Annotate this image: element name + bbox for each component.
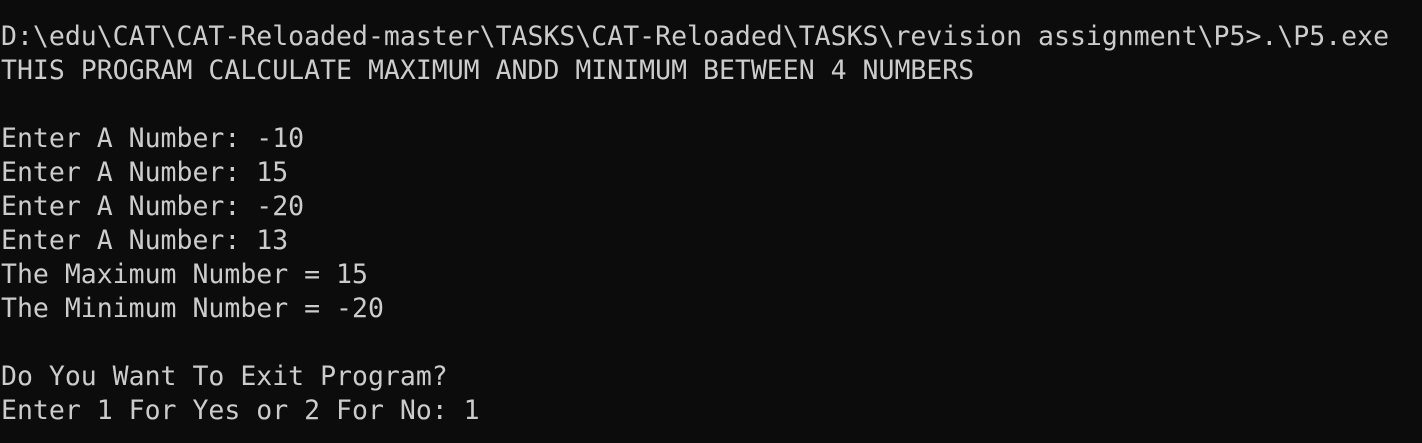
- exit-input-line[interactable]: Enter 1 For Yes or 2 For No: 1: [1, 394, 1422, 428]
- minimum-result-line: The Minimum Number = -20: [1, 293, 384, 324]
- input-line-1: Enter A Number: -10: [1, 123, 305, 154]
- command-prompt-line: D:\edu\CAT\CAT-Reloaded-master\TASKS\CAT…: [1, 21, 1390, 52]
- exit-question-line: Do You Want To Exit Program?: [1, 361, 448, 392]
- maximum-result-line: The Maximum Number = 15: [1, 259, 368, 290]
- input-line-3: Enter A Number: -20: [1, 191, 305, 222]
- program-title-line: THIS PROGRAM CALCULATE MAXIMUM ANDD MINI…: [1, 55, 975, 86]
- input-line-4: Enter A Number: 13: [1, 225, 289, 256]
- console-output[interactable]: D:\edu\CAT\CAT-Reloaded-master\TASKS\CAT…: [0, 0, 1422, 428]
- input-line-2: Enter A Number: 15: [1, 157, 289, 188]
